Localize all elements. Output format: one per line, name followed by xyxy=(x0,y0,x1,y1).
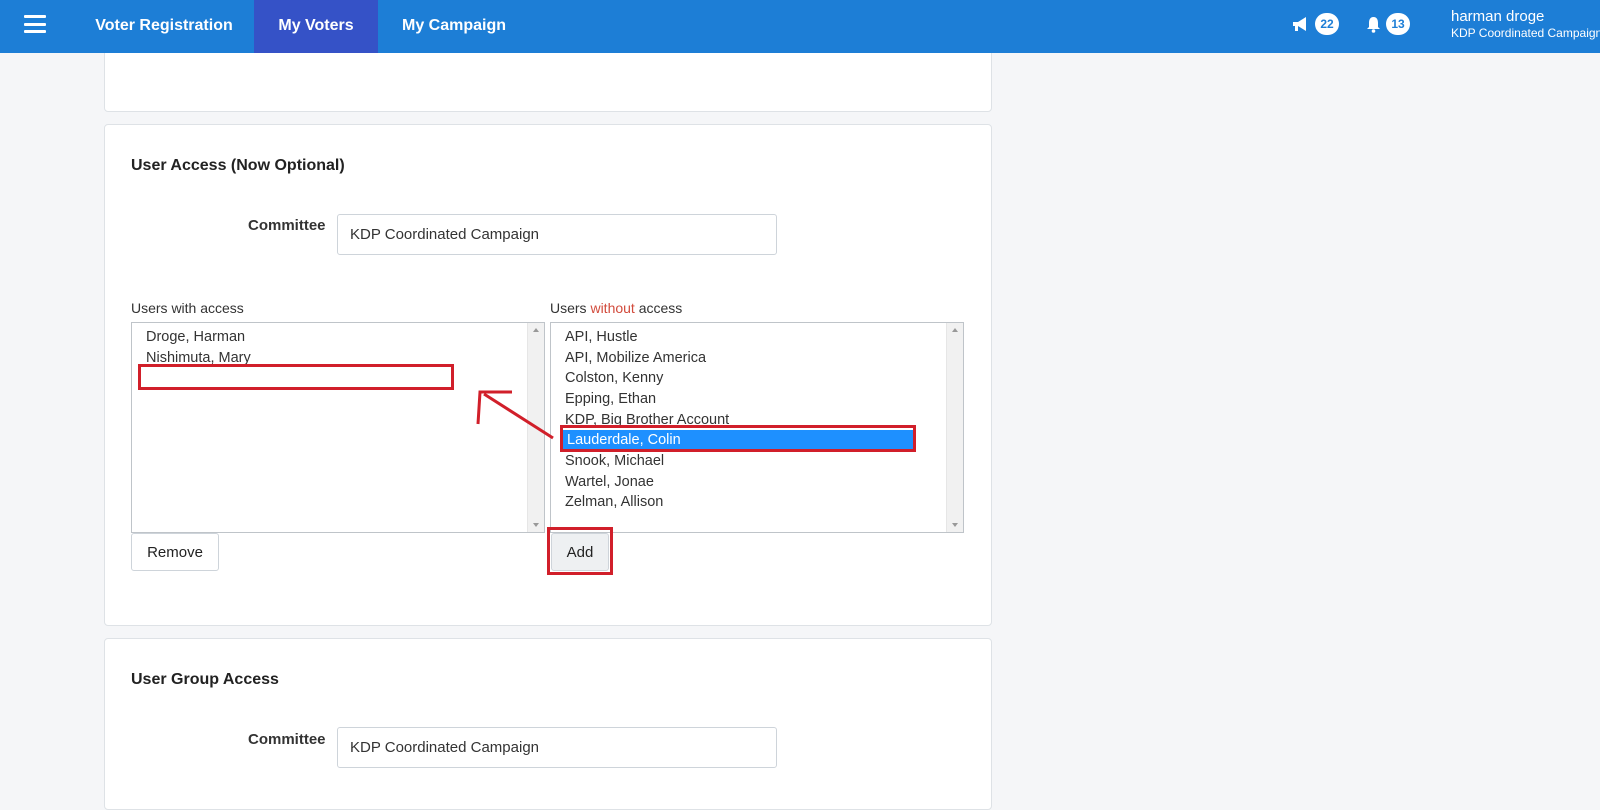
top-navbar: Voter Registration My Voters My Campaign… xyxy=(0,0,1600,53)
user-group-access-title: User Group Access xyxy=(131,671,279,688)
committee-input[interactable] xyxy=(337,214,777,255)
announcements-button[interactable]: 22 xyxy=(1292,13,1339,35)
add-button[interactable]: Add xyxy=(551,533,609,571)
user-access-title: User Access (Now Optional) xyxy=(131,157,345,174)
list-item[interactable]: KDP, Big Brother Account xyxy=(565,410,729,430)
bell-icon xyxy=(1367,16,1380,33)
remove-button[interactable]: Remove xyxy=(131,533,219,571)
tab-my-campaign[interactable]: My Campaign xyxy=(384,0,524,53)
scroll-up-icon[interactable] xyxy=(952,328,958,332)
list-item[interactable]: Droge, Harman xyxy=(146,327,245,347)
group-committee-input[interactable] xyxy=(337,727,777,768)
scrollbar[interactable] xyxy=(946,323,963,532)
user-organization: KDP Coordinated Campaign xyxy=(1451,26,1600,40)
notifications-button[interactable]: 13 xyxy=(1366,13,1410,35)
user-group-access-card: User Group Access Committee xyxy=(104,638,992,810)
megaphone-icon xyxy=(1293,17,1306,31)
list-item[interactable]: Nishimuta, Mary xyxy=(146,348,251,368)
committee-label: Committee xyxy=(248,217,326,234)
list-item[interactable]: API, Mobilize America xyxy=(565,348,706,368)
users-without-access-list[interactable]: API, Hustle API, Mobilize America Colsto… xyxy=(550,322,964,533)
list-item[interactable]: Snook, Michael xyxy=(565,451,664,471)
tab-my-voters[interactable]: My Voters xyxy=(254,0,378,53)
scroll-down-icon[interactable] xyxy=(533,523,539,527)
user-name: harman droge xyxy=(1451,8,1545,25)
list-item[interactable]: Zelman, Allison xyxy=(565,492,663,512)
list-item[interactable]: Epping, Ethan xyxy=(565,389,656,409)
announcements-badge: 22 xyxy=(1315,13,1339,35)
scroll-up-icon[interactable] xyxy=(533,328,539,332)
list-item[interactable]: Colston, Kenny xyxy=(565,368,663,388)
menu-icon[interactable] xyxy=(24,15,46,33)
group-committee-label: Committee xyxy=(248,731,326,748)
notifications-badge: 13 xyxy=(1386,13,1410,35)
list-item[interactable]: Wartel, Jonae xyxy=(565,472,654,492)
user-access-card: User Access (Now Optional) Committee Use… xyxy=(104,124,992,626)
list-item-selected[interactable]: Lauderdale, Colin xyxy=(563,430,913,450)
scroll-down-icon[interactable] xyxy=(952,523,958,527)
user-menu[interactable]: harman droge KDP Coordinated Campaign xyxy=(1451,8,1600,40)
users-without-access-label: Users without access xyxy=(550,300,683,316)
users-with-access-label: Users with access xyxy=(131,300,244,316)
annotation-arrow-icon xyxy=(476,390,554,440)
list-item[interactable]: API, Hustle xyxy=(565,327,638,347)
tab-voter-registration[interactable]: Voter Registration xyxy=(78,0,250,53)
